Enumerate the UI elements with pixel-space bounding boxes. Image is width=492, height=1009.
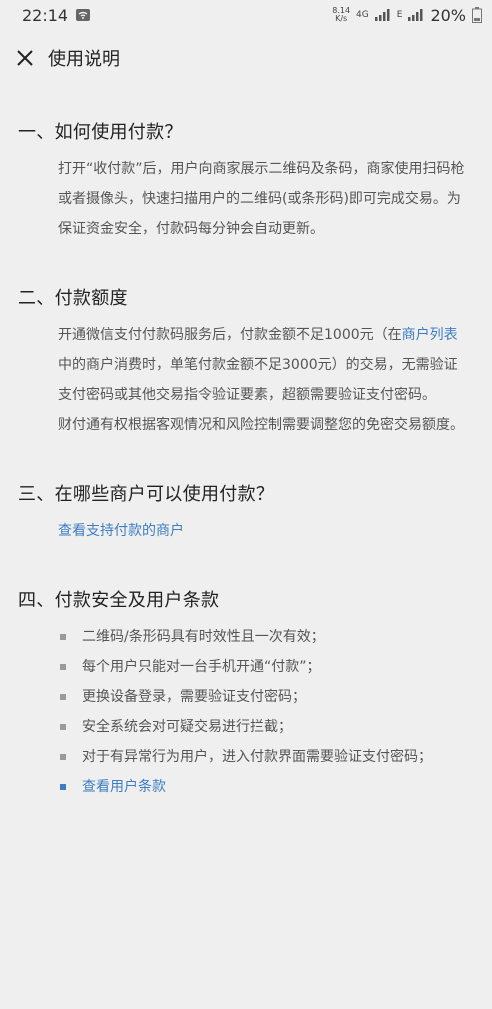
status-time: 22:14: [22, 5, 69, 25]
section-payment-limit: 二、付款额度 开通微信支付付款码服务后，付款金额不足1000元（在商户列表中的商…: [0, 284, 492, 440]
close-icon[interactable]: [14, 47, 36, 69]
bullet-icon: [60, 754, 66, 760]
section-heading: 二、付款额度: [18, 288, 128, 309]
network-speed: 8.14 K/s: [332, 6, 351, 23]
paragraph-text: 中的商户消费时，单笔付款金额不足3000元）的交易，无需验证支付密码或其他交易指…: [58, 357, 458, 403]
list-item: 二维码/条形码具有时效性且一次有效；: [58, 622, 470, 652]
bullet-icon: [60, 694, 66, 700]
view-user-terms-link[interactable]: 查看用户条款: [82, 779, 166, 795]
battery-icon: [472, 7, 482, 23]
status-bar: 22:14 8.14 K/s 4G E 20%: [0, 0, 492, 30]
list-item: 安全系统会对可疑交易进行拦截；: [58, 712, 470, 742]
status-right: 8.14 K/s 4G E 20%: [332, 6, 482, 25]
bullet-icon: [60, 664, 66, 670]
section-heading: 一、如何使用付款？: [18, 122, 183, 143]
bullet-icon: [60, 724, 66, 730]
network-type-e: E: [396, 9, 403, 20]
section-heading: 四、付款安全及用户条款: [18, 590, 220, 611]
view-supported-merchants-link[interactable]: 查看支持付款的商户: [58, 523, 184, 539]
section-heading: 三、在哪些商户可以使用付款？: [18, 484, 275, 505]
list-item-link: 查看用户条款: [58, 772, 470, 802]
list-item: 更换设备登录，需要验证支付密码；: [58, 682, 470, 712]
section-paragraph: 开通微信支付付款码服务后，付款金额不足1000元（在商户列表中的商户消费时，单笔…: [58, 320, 470, 410]
list-item: 每个用户只能对一台手机开通“付款”；: [58, 652, 470, 682]
section-paragraph: 查看支持付款的商户: [58, 516, 470, 546]
instructions-content: 一、如何使用付款？ 打开“收付款”后，用户向商家展示二维码及条码，商家使用扫码枪…: [0, 118, 492, 842]
section-security-terms: 四、付款安全及用户条款 二维码/条形码具有时效性且一次有效； 每个用户只能对一台…: [0, 586, 492, 802]
security-bullet-list: 二维码/条形码具有时效性且一次有效； 每个用户只能对一台手机开通“付款”； 更换…: [58, 622, 470, 802]
section-how-to-pay: 一、如何使用付款？ 打开“收付款”后，用户向商家展示二维码及条码，商家使用扫码枪…: [0, 118, 492, 244]
list-item: 对于有异常行为用户，进入付款界面需要验证支付密码；: [58, 742, 470, 772]
bullet-icon: [60, 784, 66, 790]
page-title: 使用说明: [48, 49, 120, 70]
section-paragraph: 打开“收付款”后，用户向商家展示二维码及条码，商家使用扫码枪或者摄像头，快速扫描…: [58, 161, 465, 237]
wifi-icon: [76, 9, 91, 21]
signal-icon: [374, 9, 390, 21]
title-bar: 使用说明: [0, 38, 492, 78]
bullet-icon: [60, 634, 66, 640]
paragraph-text: 开通微信支付付款码服务后，付款金额不足1000元（在: [58, 327, 402, 343]
signal-icon-2: [408, 9, 423, 21]
section-supported-merchants: 三、在哪些商户可以使用付款？ 查看支持付款的商户: [0, 480, 492, 546]
section-paragraph-2: 财付通有权根据客观情况和风险控制需要调整您的免密交易额度。: [58, 417, 464, 433]
battery-percent: 20%: [430, 5, 466, 25]
merchant-list-link[interactable]: 商户列表: [402, 327, 458, 343]
network-type-4g: 4G: [356, 9, 369, 20]
